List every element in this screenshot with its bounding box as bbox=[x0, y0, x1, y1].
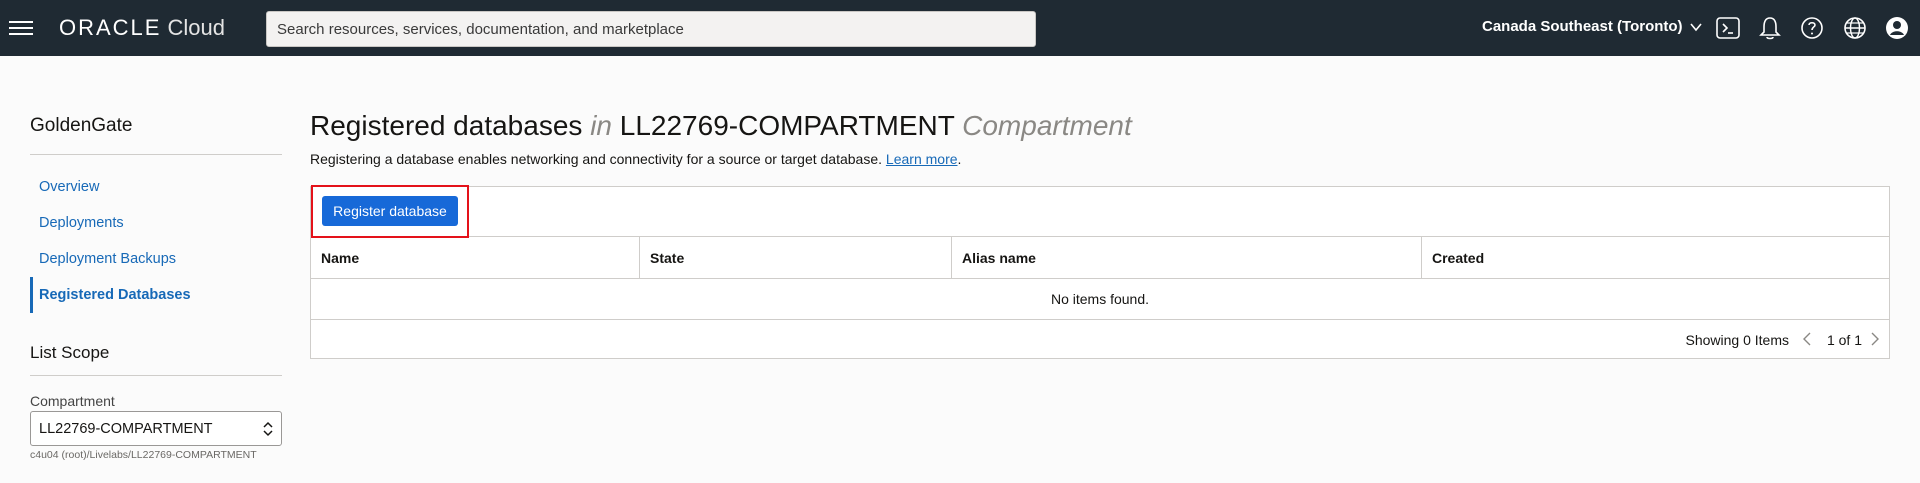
table-header: Name State Alias name Created bbox=[311, 237, 1889, 279]
menu-icon[interactable] bbox=[9, 17, 33, 39]
compartment-label: Compartment bbox=[30, 393, 115, 409]
page-title-main: Registered databases bbox=[310, 110, 583, 141]
search-input[interactable] bbox=[266, 11, 1036, 47]
chevron-right-icon[interactable] bbox=[1867, 331, 1883, 347]
compartment-path: c4u04 (root)/Livelabs/LL22769-COMPARTMEN… bbox=[30, 449, 257, 461]
item-count: Showing 0 Items bbox=[1685, 332, 1790, 348]
logo-oracle-text: ORACLE bbox=[59, 15, 162, 40]
select-arrows-icon bbox=[263, 421, 273, 436]
table-footer: Showing 0 Items 1 of 1 bbox=[311, 320, 1889, 358]
empty-table-message: No items found. bbox=[311, 279, 1889, 320]
pagination-status: 1 of 1 bbox=[1826, 332, 1862, 348]
page-title-in: in bbox=[590, 110, 612, 141]
help-icon[interactable] bbox=[1798, 14, 1826, 42]
learn-more-link[interactable]: Learn more bbox=[886, 151, 958, 167]
top-navigation-bar: ORACLE Cloud Canada Southeast (Toronto) bbox=[0, 0, 1920, 56]
sidebar-item-deployment-backups[interactable]: Deployment Backups bbox=[30, 241, 282, 277]
column-header-state[interactable]: State bbox=[640, 237, 952, 279]
cloud-shell-icon[interactable] bbox=[1714, 14, 1742, 42]
column-header-alias-name[interactable]: Alias name bbox=[952, 237, 1422, 279]
logo-cloud-text: Cloud bbox=[167, 15, 225, 40]
bell-icon[interactable] bbox=[1756, 14, 1784, 42]
sidebar-item-overview[interactable]: Overview bbox=[30, 169, 282, 205]
register-database-button[interactable]: Register database bbox=[322, 196, 458, 226]
oracle-cloud-logo[interactable]: ORACLE Cloud bbox=[59, 15, 225, 41]
sidebar-item-deployments[interactable]: Deployments bbox=[30, 205, 282, 241]
table-toolbar: Register database bbox=[311, 185, 1889, 238]
page-title-compartment: LL22769-COMPARTMENT bbox=[619, 110, 955, 141]
list-scope-title: List Scope bbox=[30, 343, 110, 362]
region-label: Canada Southeast (Toronto) bbox=[1482, 18, 1683, 35]
sidebar-item-registered-databases[interactable]: Registered Databases bbox=[30, 277, 282, 313]
compartment-value: LL22769-COMPARTMENT bbox=[39, 420, 213, 437]
sidebar-nav: Overview Deployments Deployment Backups … bbox=[30, 169, 282, 313]
page-description: Registering a database enables networkin… bbox=[310, 151, 962, 167]
sidebar-title: GoldenGate bbox=[30, 115, 133, 136]
registered-databases-panel: Register database Name State Alias name … bbox=[310, 185, 1890, 359]
page-title: Registered databases in LL22769-COMPARTM… bbox=[310, 110, 1132, 142]
region-selector[interactable]: Canada Southeast (Toronto) bbox=[1482, 18, 1703, 35]
compartment-select[interactable]: LL22769-COMPARTMENT bbox=[30, 411, 282, 446]
chevron-down-icon bbox=[1689, 22, 1702, 31]
column-header-name[interactable]: Name bbox=[311, 237, 640, 279]
column-header-created[interactable]: Created bbox=[1422, 237, 1889, 279]
description-text: Registering a database enables networkin… bbox=[310, 151, 883, 167]
user-icon[interactable] bbox=[1883, 14, 1911, 42]
chevron-left-icon[interactable] bbox=[1799, 331, 1815, 347]
divider bbox=[30, 154, 282, 155]
globe-icon[interactable] bbox=[1841, 14, 1869, 42]
divider bbox=[30, 375, 282, 376]
page-title-suffix: Compartment bbox=[962, 110, 1132, 141]
